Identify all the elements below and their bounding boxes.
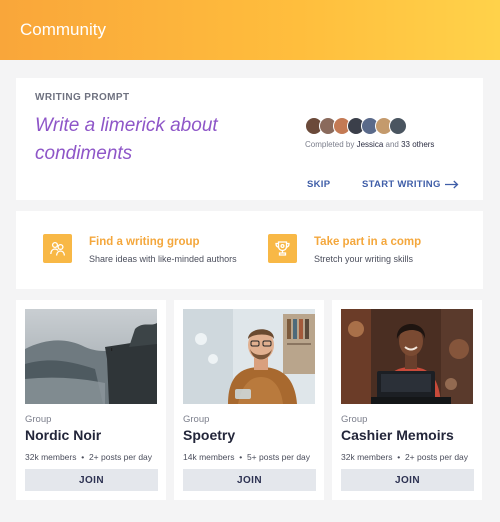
group-members: 32k members [25, 452, 77, 462]
option-title: Take part in a comp [314, 236, 422, 248]
group-image-man-with-glasses [183, 309, 315, 404]
arrow-right-icon [444, 180, 459, 189]
group-card-spoetry[interactable]: Group Spoetry 14k members • 5+ posts per… [174, 300, 324, 500]
trophy-icon [268, 234, 297, 263]
group-posts: 2+ posts per day [404, 452, 469, 462]
completed-others[interactable]: 33 others [401, 140, 434, 149]
group-name: Cashier Memoirs [341, 427, 454, 443]
group-name: Spoetry [183, 427, 236, 443]
group-type: Group [183, 414, 210, 425]
avatar [389, 117, 407, 135]
group-card-cashier-memoirs[interactable]: Group Cashier Memoirs 32k members • 2+ p… [332, 300, 482, 500]
group-members: 32k members [341, 452, 393, 462]
group-image-fjord [25, 309, 157, 404]
option-subtitle: Share ideas with like-minded authors [89, 254, 237, 264]
completed-prefix: Completed by [305, 140, 357, 149]
join-button[interactable]: JOIN [183, 469, 316, 491]
stats-separator: • [81, 452, 85, 462]
group-posts: 2+ posts per day [88, 452, 153, 462]
group-stats: 32k members • 2+ posts per day [25, 452, 152, 462]
group-members: 14k members [183, 452, 235, 462]
join-button[interactable]: JOIN [25, 469, 158, 491]
group-card-nordic-noir[interactable]: Group Nordic Noir 32k members • 2+ posts… [16, 300, 166, 500]
skip-button[interactable]: SKIP [307, 179, 330, 190]
prompt-eyebrow: WRITING PROMPT [35, 92, 130, 103]
page-title: Community [20, 20, 106, 39]
group-name: Nordic Noir [25, 427, 102, 443]
option-title: Find a writing group [89, 236, 200, 248]
writing-prompt-card: WRITING PROMPT Write a limerick about co… [16, 78, 483, 200]
option-subtitle: Stretch your writing skills [314, 254, 414, 264]
find-writing-group-option[interactable]: Find a writing group Share ideas with li… [43, 234, 237, 264]
start-writing-button[interactable]: START WRITING [362, 179, 459, 190]
completed-by-text: Completed by Jessica and 33 others [305, 140, 434, 149]
app-header: Community [0, 0, 500, 60]
options-card: Find a writing group Share ideas with li… [16, 211, 483, 289]
stats-separator: • [397, 452, 401, 462]
stats-separator: • [239, 452, 243, 462]
join-button[interactable]: JOIN [341, 469, 474, 491]
group-stats: 32k members • 2+ posts per day [341, 452, 468, 462]
take-part-in-comp-option[interactable]: Take part in a comp Stretch your writing… [268, 234, 421, 264]
start-writing-label: START WRITING [362, 179, 441, 190]
completed-mid: and [383, 140, 402, 149]
avatar-stack [305, 117, 407, 135]
people-icon [43, 234, 72, 263]
group-posts: 5+ posts per day [246, 452, 311, 462]
group-image-cashier [341, 309, 473, 404]
group-type: Group [341, 414, 368, 425]
completed-name[interactable]: Jessica [357, 140, 384, 149]
group-type: Group [25, 414, 52, 425]
prompt-title: Write a limerick about condiments [35, 115, 218, 164]
group-stats: 14k members • 5+ posts per day [183, 452, 310, 462]
